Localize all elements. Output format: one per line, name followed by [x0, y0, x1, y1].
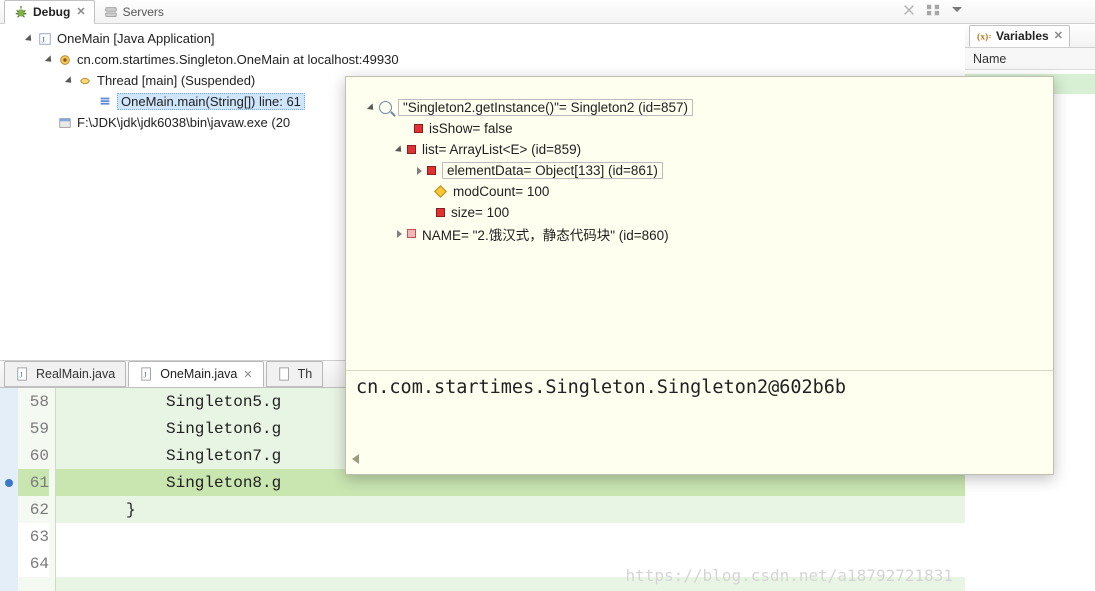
variables-column-header[interactable]: Name [965, 48, 1095, 70]
java-file-icon: J [15, 366, 31, 382]
field-icon [414, 124, 423, 133]
launch-label: OneMain [Java Application] [57, 31, 215, 46]
launch-node[interactable]: J OneMain [Java Application] [6, 28, 959, 49]
field-icon [436, 208, 445, 217]
twisty-none-icon [44, 118, 54, 128]
inspect-tostring: cn.com.startimes.Singleton.Singleton2@60… [356, 377, 1043, 398]
inspect-isshow-label: isShow= false [429, 121, 513, 136]
code-text: Singleton6.g [166, 420, 281, 438]
debug-target-icon [57, 52, 73, 68]
thread-label: Thread [main] (Suspended) [97, 73, 255, 88]
line-number: 61 [30, 474, 49, 492]
inspect-icon [379, 101, 392, 114]
inspect-modcount-node[interactable]: modCount= 100 [356, 181, 1043, 202]
variables-header-name: Name [973, 52, 1006, 66]
view-menu-icon[interactable] [949, 2, 965, 18]
inspect-tree[interactable]: "Singleton2.getInstance()"= Singleton2 (… [345, 76, 1054, 370]
inspect-size-node[interactable]: size= 100 [356, 202, 1043, 223]
breakpoint-icon[interactable] [4, 478, 14, 488]
tab-debug-label: Debug [33, 5, 70, 19]
editor-tab-th-label: Th [298, 367, 313, 381]
server-icon [103, 4, 119, 20]
editor-tab-realmain[interactable]: J RealMain.java [4, 361, 126, 387]
line-number: 62 [30, 501, 49, 519]
line-number: 59 [30, 420, 49, 438]
twisty-open-icon[interactable] [366, 103, 376, 113]
twisty-none-icon [84, 97, 94, 107]
stackframe-icon [97, 94, 113, 110]
inspect-name-label: NAME= "2.饿汉式，静态代码块" (id=860) [422, 224, 669, 244]
variables-tab-bar: (x)= Variables ✕ [965, 24, 1095, 48]
close-icon[interactable]: ✕ [1054, 29, 1063, 42]
process-label: cn.com.startimes.Singleton.OneMain at lo… [77, 52, 399, 67]
field-icon [427, 166, 436, 175]
close-icon[interactable]: ✕ [243, 368, 252, 381]
tab-debug[interactable]: Debug ✕ [4, 0, 95, 24]
inspect-list-node[interactable]: list= ArrayList<E> (id=859) [356, 139, 1043, 160]
twisty-open-icon[interactable] [64, 76, 74, 86]
expression-inspect-popup[interactable]: "Singleton2.getInstance()"= Singleton2 (… [345, 76, 1054, 475]
inspect-elementdata-node[interactable]: elementData= Object[133] (id=861) [356, 160, 1043, 181]
process-icon [57, 115, 73, 131]
svg-text:(x)=: (x)= [977, 31, 991, 42]
layout-icon[interactable] [925, 2, 941, 18]
horizontal-scrollbar[interactable] [352, 450, 1047, 468]
javaw-label: F:\JDK\jdk\jdk6038\bin\javaw.exe (20 [77, 115, 290, 130]
process-node[interactable]: cn.com.startimes.Singleton.OneMain at lo… [6, 49, 959, 70]
twisty-open-icon[interactable] [44, 55, 54, 65]
twisty-open-icon[interactable] [24, 34, 34, 44]
inspect-modcount-label: modCount= 100 [453, 184, 549, 199]
svg-text:J: J [20, 371, 23, 380]
static-field-icon [407, 229, 416, 238]
twisty-open-icon[interactable] [394, 145, 404, 155]
stackframe-label: OneMain.main(String[]) line: 61 [117, 93, 305, 110]
svg-text:J: J [42, 34, 46, 44]
breakpoint-gutter[interactable] [0, 388, 18, 591]
java-app-icon: J [37, 31, 53, 47]
editor-tab-onemain[interactable]: J OneMain.java ✕ [128, 361, 263, 387]
remove-terminated-icon[interactable] [901, 2, 917, 18]
tab-variables-label: Variables [996, 29, 1049, 43]
bug-icon [13, 4, 29, 20]
field-icon [407, 145, 416, 154]
inspect-size-label: size= 100 [451, 205, 509, 220]
toolbar-icons [901, 2, 965, 18]
svg-text:J: J [144, 371, 147, 380]
code-text: } [126, 501, 136, 519]
close-icon[interactable]: ✕ [76, 5, 85, 18]
inherited-field-icon [434, 185, 447, 198]
line-number: 58 [30, 393, 49, 411]
line-number-gutter: 58 59 60 61 62 63 64 [18, 388, 56, 591]
tab-servers-label: Servers [123, 5, 164, 19]
thread-icon [77, 73, 93, 89]
twisty-closed-icon[interactable] [394, 229, 404, 239]
editor-tab-realmain-label: RealMain.java [36, 367, 115, 381]
code-text: Singleton7.g [166, 447, 281, 465]
line-number: 63 [30, 528, 49, 546]
inspect-list-label: list= ArrayList<E> (id=859) [422, 142, 581, 157]
editor-tab-onemain-label: OneMain.java [160, 367, 237, 381]
twisty-closed-icon[interactable] [414, 166, 424, 176]
code-text: Singleton8.g [166, 474, 281, 492]
file-icon [277, 366, 293, 382]
inspect-root-node[interactable]: "Singleton2.getInstance()"= Singleton2 (… [356, 97, 1043, 118]
variables-icon: (x)= [976, 28, 992, 44]
view-tab-bar: Debug ✕ Servers [0, 0, 1095, 24]
tab-variables[interactable]: (x)= Variables ✕ [969, 25, 1070, 47]
inspect-elementdata-label: elementData= Object[133] (id=861) [442, 162, 663, 179]
inspect-name-node[interactable]: NAME= "2.饿汉式，静态代码块" (id=860) [356, 223, 1043, 244]
inspect-detail-pane[interactable]: cn.com.startimes.Singleton.Singleton2@60… [345, 370, 1054, 475]
inspect-root-label: "Singleton2.getInstance()"= Singleton2 (… [398, 99, 693, 116]
line-number: 60 [30, 447, 49, 465]
inspect-isshow-node[interactable]: isShow= false [356, 118, 1043, 139]
line-number: 64 [30, 555, 49, 573]
scroll-left-icon[interactable] [352, 454, 359, 464]
code-text: Singleton5.g [166, 393, 281, 411]
tab-servers[interactable]: Servers [95, 1, 172, 23]
editor-tab-th[interactable]: Th [266, 361, 324, 387]
java-file-icon: J [139, 366, 155, 382]
